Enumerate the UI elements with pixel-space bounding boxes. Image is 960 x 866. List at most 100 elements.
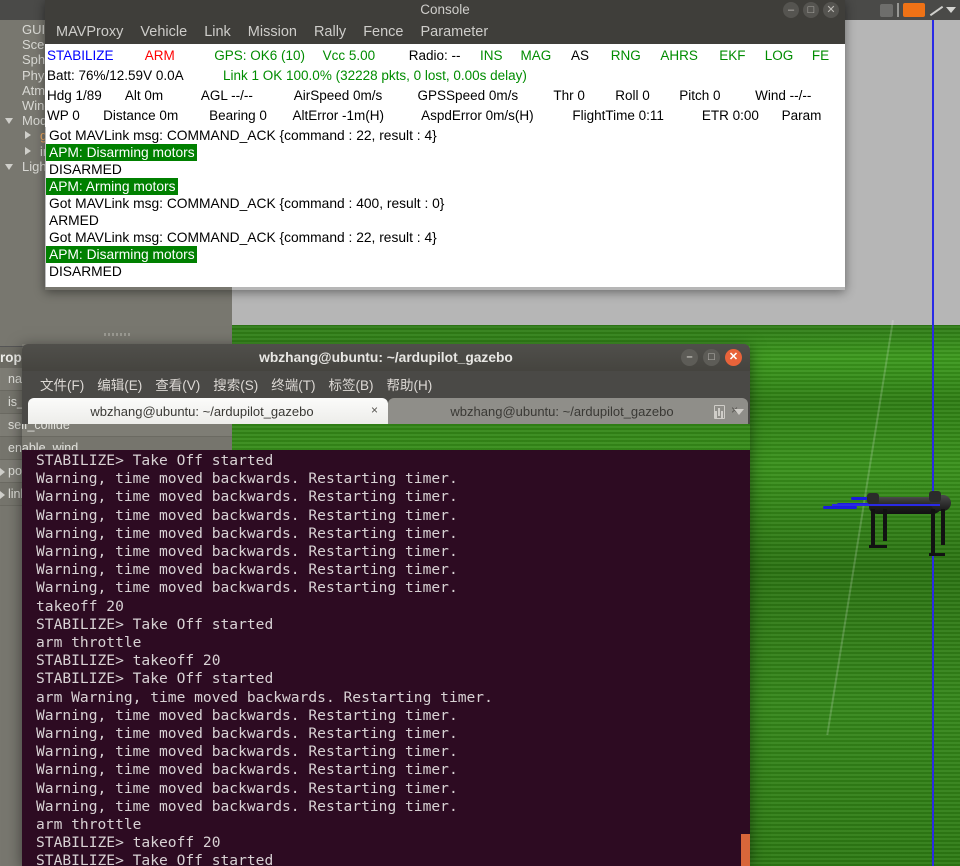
- terminal-menu-item[interactable]: 标签(B): [329, 374, 374, 394]
- terminal-title-bar[interactable]: wbzhang@ubuntu: ~/ardupilot_gazebo – □ ✕: [22, 344, 750, 371]
- minimize-icon[interactable]: –: [681, 349, 698, 366]
- chevron-down-icon[interactable]: [5, 163, 13, 170]
- status-field: Hdg 1/89: [47, 88, 102, 103]
- terminal-line: takeoff 20: [36, 597, 124, 615]
- console-log-line: Got MAVLink msg: COMMAND_ACK {command : …: [46, 127, 845, 144]
- console-menu-bar[interactable]: MAVProxy Vehicle Link Mission Rally Fence Para…: [45, 20, 845, 44]
- terminal-line: Warning, time moved backwards. Restartin…: [36, 470, 458, 488]
- gazebo-toolbar-icons: [880, 0, 956, 20]
- terminal-output-area[interactable]: STABILIZE> Take Off started Warning, time…: [22, 450, 750, 866]
- status-field: AirSpeed 0m/s: [293, 88, 383, 103]
- orange-box-icon[interactable]: [903, 3, 925, 17]
- console-log-panel[interactable]: Got MAVLink msg: COMMAND_ACK {command : …: [45, 127, 845, 287]
- console-menu-item[interactable]: Parameter: [421, 24, 489, 40]
- chevron-right-icon[interactable]: [25, 146, 31, 155]
- axis-line-vertical: [932, 20, 934, 866]
- console-log-line: Got MAVLink msg: COMMAND_ACK {command : …: [46, 229, 845, 246]
- terminal-line: STABILIZE> takeoff 20: [36, 834, 221, 852]
- console-log-line: ARMED: [46, 212, 845, 229]
- new-tab-icon[interactable]: [712, 404, 727, 420]
- terminal-line: STABILIZE> Take Off started: [36, 670, 274, 688]
- caret-down-icon[interactable]: [946, 7, 956, 13]
- terminal-menu-item[interactable]: 帮助(H): [387, 374, 433, 394]
- terminal-scrollbar[interactable]: [741, 450, 750, 866]
- status-field: ETR 0:00: [701, 108, 759, 123]
- maximize-icon[interactable]: □: [803, 2, 819, 18]
- terminal-line: arm Warning, time moved backwards. Resta…: [36, 688, 493, 706]
- status-field: LOG: [764, 48, 794, 63]
- chevron-right-icon[interactable]: [25, 131, 31, 140]
- terminal-window[interactable]: wbzhang@ubuntu: ~/ardupilot_gazebo – □ ✕…: [22, 344, 750, 866]
- drone-foot: [929, 553, 945, 556]
- console-status-row: STABILIZE ARM GPS: OK6 (10) Vcc 5.00 Radio: …: [47, 46, 845, 66]
- status-field: Param: [781, 108, 822, 123]
- console-log-text: DISARMED: [49, 264, 122, 279]
- terminal-title: wbzhang@ubuntu: ~/ardupilot_gazebo: [259, 350, 513, 365]
- status-field: Roll 0: [615, 88, 650, 103]
- terminal-scrollbar-thumb[interactable]: [741, 834, 750, 866]
- maximize-icon[interactable]: □: [703, 349, 720, 366]
- terminal-line: Warning, time moved backwards. Restartin…: [36, 761, 458, 779]
- console-status-row: Hdg 1/89 Alt 0m AGL --/-- AirSpeed 0m/s GPSS…: [47, 86, 845, 106]
- status-field: AltError -1m(H): [292, 108, 384, 123]
- terminal-line: Warning, time moved backwards. Restartin…: [36, 561, 458, 579]
- terminal-line: STABILIZE> Take Off started: [36, 615, 274, 633]
- terminal-line: Warning, time moved backwards. Restartin…: [36, 488, 458, 506]
- mavproxy-console-window[interactable]: Console – □ ✕ MAVProxy Vehicle Link Mission…: [45, 0, 845, 290]
- terminal-window-buttons[interactable]: – □ ✕: [681, 349, 742, 366]
- iris-quadcopter-model[interactable]: [823, 475, 960, 556]
- close-icon[interactable]: ✕: [725, 349, 742, 366]
- console-menu-item[interactable]: Fence: [363, 24, 403, 40]
- close-icon[interactable]: ✕: [823, 2, 839, 18]
- terminal-tab-bar[interactable]: wbzhang@ubuntu: ~/ardupilot_gazebo × wbzha…: [22, 397, 750, 424]
- box-icon[interactable]: [880, 3, 893, 17]
- terminal-menu-item[interactable]: 编辑(E): [97, 374, 142, 394]
- console-menu-item[interactable]: Link: [204, 24, 231, 40]
- status-field: ARM: [144, 48, 175, 63]
- line-tool-icon[interactable]: [929, 4, 942, 17]
- terminal-line: STABILIZE> Take Off started: [36, 852, 274, 866]
- chevron-right-icon[interactable]: [0, 468, 5, 476]
- console-menu-item[interactable]: MAVProxy: [56, 24, 123, 40]
- terminal-line: Warning, time moved backwards. Restartin…: [36, 524, 458, 542]
- terminal-line: arm throttle: [36, 816, 142, 834]
- minimize-icon[interactable]: –: [783, 2, 799, 18]
- terminal-tab[interactable]: wbzhang@ubuntu: ~/ardupilot_gazebo ×: [388, 398, 748, 424]
- propeller-icon: [823, 506, 857, 509]
- terminal-menu-item[interactable]: 搜索(S): [213, 374, 258, 394]
- status-field: Alt 0m: [124, 88, 164, 103]
- status-field: FE: [811, 48, 830, 63]
- terminal-tab[interactable]: wbzhang@ubuntu: ~/ardupilot_gazebo ×: [28, 398, 388, 424]
- terminal-line: Warning, time moved backwards. Restartin…: [36, 743, 458, 761]
- status-field: Vcc 5.00: [322, 48, 376, 63]
- console-status-panel: STABILIZE ARM GPS: OK6 (10) Vcc 5.00 Radio: …: [45, 44, 845, 127]
- status-field: Pitch 0: [679, 88, 721, 103]
- chevron-down-icon[interactable]: [734, 409, 744, 415]
- terminal-lines: STABILIZE> Take Off started Warning, time…: [22, 450, 750, 866]
- console-log-text: Got MAVLink msg: COMMAND_ACK {command : …: [49, 196, 445, 211]
- console-menu-item[interactable]: Vehicle: [140, 24, 187, 40]
- console-menu-item[interactable]: Mission: [248, 24, 297, 40]
- terminal-line: Warning, time moved backwards. Restartin…: [36, 779, 458, 797]
- status-field: AspdError 0m/s(H): [421, 108, 534, 123]
- terminal-menu-bar[interactable]: 文件(F) 编辑(E) 查看(V) 搜索(S) 终端(T) 标签(B) 帮助(H): [22, 371, 750, 397]
- drone-leg: [931, 509, 935, 553]
- terminal-line: Warning, time moved backwards. Restartin…: [36, 797, 458, 815]
- console-title-bar[interactable]: Console – □ ✕: [45, 0, 845, 20]
- tab-bar-controls[interactable]: [712, 404, 744, 420]
- console-log-line: APM: Arming motors: [46, 178, 845, 195]
- terminal-menu-item[interactable]: 查看(V): [155, 374, 200, 394]
- status-field: AHRS: [660, 48, 698, 63]
- close-icon[interactable]: ×: [371, 403, 378, 417]
- terminal-tab-label: wbzhang@ubuntu: ~/ardupilot_gazebo: [90, 403, 314, 419]
- terminal-menu-item[interactable]: 终端(T): [271, 374, 315, 394]
- console-window-buttons[interactable]: – □ ✕: [783, 2, 839, 18]
- status-field: Radio: --: [408, 48, 461, 63]
- panel-splitter[interactable]: [0, 328, 232, 340]
- chevron-down-icon[interactable]: [5, 118, 13, 125]
- terminal-menu-item[interactable]: 文件(F): [40, 374, 84, 394]
- console-menu-item[interactable]: Rally: [314, 24, 346, 40]
- console-log-text: DISARMED: [49, 162, 122, 177]
- chevron-right-icon[interactable]: [0, 491, 5, 499]
- status-field: Bearing 0: [209, 108, 267, 123]
